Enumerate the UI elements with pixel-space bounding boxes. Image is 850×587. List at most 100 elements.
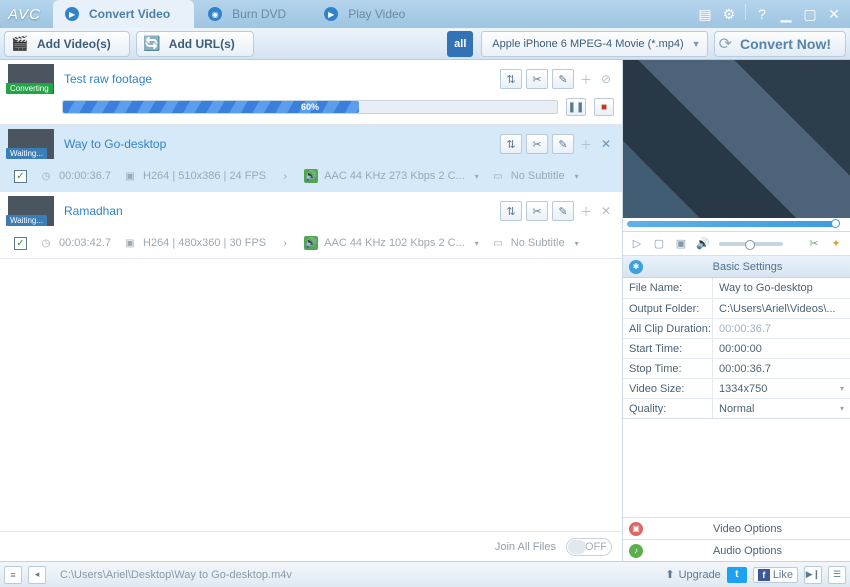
add-videos-button[interactable]: 🎬 Add Video(s) [4, 31, 130, 57]
add-icon[interactable]: ＋ [578, 203, 594, 219]
file-audio: AAC 44 KHz 102 Kbps 2 C... [324, 237, 465, 249]
chevron-down-icon[interactable]: ▾ [575, 239, 579, 248]
tab-burn-dvd[interactable]: ◉ Burn DVD [196, 0, 310, 28]
chevron-down-icon[interactable]: ▾ [475, 239, 479, 248]
tab-play-video[interactable]: ▶ Play Video [312, 0, 429, 28]
preview-timeline[interactable] [623, 218, 850, 232]
basic-settings-header[interactable]: ✱ Basic Settings [623, 256, 850, 278]
stop-button[interactable]: ■ [594, 98, 614, 116]
volume-mute-button[interactable]: ▶❙ [804, 566, 822, 584]
timeline-handle[interactable] [831, 219, 840, 228]
settings-head-icon: ✱ [629, 260, 643, 274]
chevron-down-icon[interactable]: ▾ [575, 172, 579, 181]
setting-key: Quality: [623, 399, 713, 418]
setting-stop-time[interactable]: 00:00:36.7 [713, 359, 850, 378]
video-preview[interactable] [623, 60, 850, 218]
checkbox[interactable]: ✓ [14, 237, 27, 250]
nav-back-button[interactable]: ◂ [28, 566, 46, 584]
upgrade-button[interactable]: ⬆ Upgrade [665, 568, 720, 581]
settings-icon[interactable]: ⚙ [719, 4, 739, 24]
add-urls-label: Add URL(s) [169, 37, 235, 51]
status-badge: Converting [6, 83, 53, 94]
stop-icon[interactable]: ▢ [651, 236, 667, 252]
cut-icon[interactable]: ✂ [526, 69, 548, 89]
add-urls-button[interactable]: 🔄 Add URL(s) [136, 31, 254, 57]
setting-quality[interactable]: Normal▾ [713, 399, 850, 418]
app-logo: AVC [0, 6, 53, 23]
file-row[interactable]: Converting Test raw footage ⇅ ✂ ✎ ＋ ⊘ 60… [0, 60, 622, 125]
video-codec-icon: ▣ [123, 236, 137, 250]
video-options-label: Video Options [651, 523, 844, 535]
chevron-right-icon: › [278, 236, 292, 250]
remove-icon[interactable]: ✕ [598, 203, 614, 219]
chevron-down-icon: ▾ [840, 404, 844, 413]
titlebar: AVC ▶ Convert Video ◉ Burn DVD ▶ Play Vi… [0, 0, 850, 28]
edit-icon[interactable]: ✎ [552, 69, 574, 89]
file-thumbnail: Converting [8, 64, 54, 94]
file-codec: H264 | 510x386 | 24 FPS [143, 170, 266, 182]
twitter-button[interactable]: t [727, 567, 747, 583]
output-path: C:\Users\Ariel\Desktop\Way to Go-desktop… [52, 569, 659, 581]
file-row[interactable]: Waiting... Way to Go-desktop ⇅ ✂ ✎ ＋ ✕ ✓… [0, 125, 622, 192]
cut-icon[interactable]: ✂ [526, 201, 548, 221]
settings-table: File Name:Way to Go-desktop Output Folde… [623, 278, 850, 419]
menu-button[interactable]: ☰ [828, 566, 846, 584]
output-profile-label: Apple iPhone 6 MPEG-4 Movie (*.mp4) [492, 38, 683, 50]
volume-slider[interactable] [719, 242, 783, 246]
pause-button[interactable]: ❚❚ [566, 98, 586, 116]
tab-convert-video[interactable]: ▶ Convert Video [53, 0, 194, 28]
effects-icon[interactable]: ✦ [828, 236, 844, 252]
right-panel: ▷ ▢ ▣ 🔊 ✂ ✦ ✱ Basic Settings File Name:W… [622, 60, 850, 561]
upgrade-icon: ⬆ [665, 568, 674, 581]
close-icon[interactable]: ✕ [824, 4, 844, 24]
add-icon[interactable]: ＋ [578, 71, 594, 87]
audio-options-icon: ♪ [629, 544, 643, 558]
progress-bar: 60% [62, 100, 558, 114]
remove-icon[interactable]: ⊘ [598, 71, 614, 87]
setting-key: All Clip Duration: [623, 319, 713, 338]
statusbar: ≡ ◂ C:\Users\Ariel\Desktop\Way to Go-des… [0, 561, 850, 587]
minimize-icon[interactable]: ▁ [776, 4, 796, 24]
file-duration: 00:03:42.7 [59, 237, 111, 249]
swap-icon[interactable]: ⇅ [500, 201, 522, 221]
list-view-button[interactable]: ≡ [4, 566, 22, 584]
edit-icon[interactable]: ✎ [552, 134, 574, 154]
video-codec-icon: ▣ [123, 169, 137, 183]
audio-options-row[interactable]: ♪ Audio Options [623, 539, 850, 561]
file-subtitle: No Subtitle [511, 237, 565, 249]
crop-icon[interactable]: ✂ [806, 236, 822, 252]
video-options-row[interactable]: ▣ Video Options [623, 517, 850, 539]
chevron-right-icon: › [278, 169, 292, 183]
facebook-like-button[interactable]: f Like [753, 567, 798, 583]
remove-icon[interactable]: ✕ [598, 136, 614, 152]
volume-icon[interactable]: 🔊 [695, 236, 711, 252]
setting-video-size[interactable]: 1334x750▾ [713, 379, 850, 398]
play-icon[interactable]: ▷ [629, 236, 645, 252]
profile-group-icon[interactable]: all [447, 31, 473, 57]
file-duration: 00:00:36.7 [59, 170, 111, 182]
cut-icon[interactable]: ✂ [526, 134, 548, 154]
app-menu-icon[interactable]: ▤ [695, 4, 715, 24]
setting-file-name[interactable]: Way to Go-desktop [713, 278, 850, 298]
setting-clip-duration: 00:00:36.7 [713, 319, 850, 338]
convert-now-button[interactable]: ⟳ Convert Now! [714, 31, 846, 57]
setting-start-time[interactable]: 00:00:00 [713, 339, 850, 358]
add-icon[interactable]: ＋ [578, 136, 594, 152]
setting-output-folder[interactable]: C:\Users\Ariel\Videos\... [713, 299, 850, 318]
join-files-toggle[interactable]: OFF [566, 538, 612, 556]
file-row[interactable]: Waiting... Ramadhan ⇅ ✂ ✎ ＋ ✕ ✓ ◷00:03:4… [0, 192, 622, 259]
chevron-down-icon[interactable]: ▾ [475, 172, 479, 181]
snapshot-icon[interactable]: ▣ [673, 236, 689, 252]
output-profile-select[interactable]: Apple iPhone 6 MPEG-4 Movie (*.mp4) ▼ [481, 31, 707, 57]
toolbar: 🎬 Add Video(s) 🔄 Add URL(s) all Apple iP… [0, 28, 850, 60]
maximize-icon[interactable]: ▢ [800, 4, 820, 24]
file-codec: H264 | 480x360 | 30 FPS [143, 237, 266, 249]
checkbox[interactable]: ✓ [14, 170, 27, 183]
edit-icon[interactable]: ✎ [552, 201, 574, 221]
tab-convert-icon: ▶ [65, 7, 79, 21]
help-icon[interactable]: ? [752, 4, 772, 24]
facebook-icon: f [758, 569, 770, 581]
swap-icon[interactable]: ⇅ [500, 69, 522, 89]
audio-icon: 🔊 [304, 236, 318, 250]
swap-icon[interactable]: ⇅ [500, 134, 522, 154]
